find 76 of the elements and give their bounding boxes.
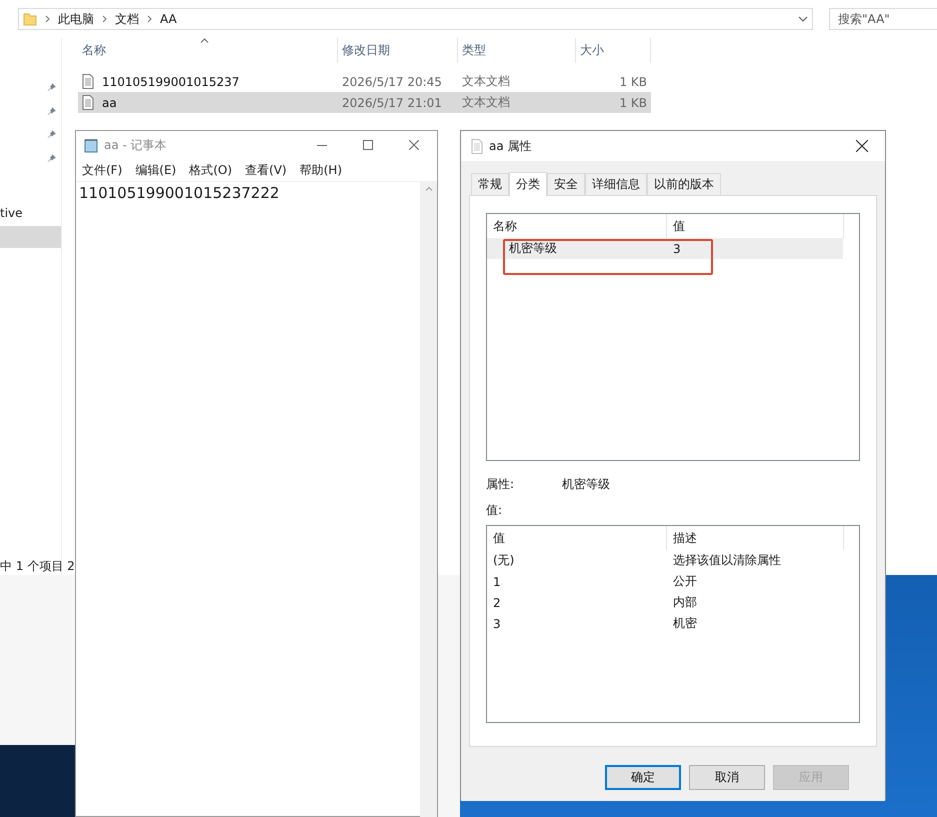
address-bar[interactable]: 此电脑 文档 AA (18, 8, 813, 30)
search-field[interactable]: 搜索"AA" (829, 8, 937, 30)
value-row[interactable]: 1 公开 (487, 571, 843, 592)
document-text[interactable]: 110105199001015237222 (79, 184, 280, 202)
nav-item[interactable]: tive (0, 206, 61, 226)
field-label: 属性: (486, 476, 516, 492)
description-cell-text: 选择该值以清除属性 (672, 552, 782, 569)
breadcrumb-item[interactable]: AA (160, 12, 177, 26)
dialog-button[interactable]: 取消 (689, 765, 765, 790)
document-icon (471, 138, 483, 154)
description-cell-text: 公开 (672, 573, 698, 590)
file-name: aa (101, 96, 118, 110)
value-cell-text: 2 (492, 596, 502, 610)
window-title: aa - 记事本 (104, 136, 167, 154)
file-type: 文本文档 (461, 94, 511, 111)
file-size: 1 KB (618, 74, 648, 88)
tab[interactable]: 以前的版本 (647, 173, 721, 195)
menu-item[interactable]: 格式(O) (189, 162, 232, 178)
document-icon (82, 74, 94, 89)
tab[interactable]: 常规 (471, 173, 509, 195)
pin-icon[interactable] (47, 106, 57, 116)
value-cell-text: (无) (492, 552, 516, 569)
scroll-up-icon[interactable] (424, 186, 432, 191)
status-text: 中 1 个项目 2 (0, 558, 75, 575)
description-cell-text: 机密 (672, 615, 698, 632)
tab[interactable]: 分类 (509, 172, 547, 196)
file-date: 2026/5/17 20:45 (341, 74, 443, 88)
chevron-icon (45, 15, 50, 23)
value-row[interactable]: (无) 选择该值以清除属性 (487, 550, 843, 571)
field-label: 值: (486, 502, 502, 518)
property-row[interactable]: 机密等级 3 (487, 238, 843, 259)
breadcrumb-item[interactable]: 此电脑 (58, 10, 94, 28)
column-header[interactable]: 修改日期 (338, 38, 458, 63)
description-cell-text: 内部 (672, 594, 698, 611)
close-icon (856, 140, 868, 152)
column-header[interactable]: 描述 (667, 526, 844, 550)
window-title: aa 属性 (489, 138, 532, 154)
file-size: 1 KB (618, 96, 648, 110)
file-row[interactable]: aa 2026/5/17 21:01 文本文档 1 KB (78, 92, 651, 113)
property-name: 机密等级 (508, 240, 558, 257)
value-cell-text: 1 (492, 574, 502, 588)
folder-icon (23, 12, 37, 26)
file-row[interactable]: 110105199001015237 2026/5/17 20:45 文本文档 1 KB (78, 71, 651, 92)
chevron-icon (147, 15, 152, 23)
field-value: 机密等级 (562, 476, 610, 492)
value-row[interactable]: 2 内部 (487, 592, 843, 613)
maximize-icon (363, 140, 373, 150)
chevron-icon (102, 15, 107, 23)
menu-item[interactable]: 编辑(E) (135, 162, 176, 178)
value-row[interactable]: 3 机密 (487, 613, 843, 634)
minimize-icon (317, 144, 327, 146)
value-cell-text: 3 (492, 616, 502, 630)
column-header[interactable]: 类型 (458, 38, 576, 63)
column-header[interactable]: 大小 (576, 38, 651, 63)
column-header[interactable]: 名称 (78, 38, 338, 63)
property-value: 3 (672, 242, 682, 256)
document-icon (82, 95, 94, 110)
file-type: 文本文档 (461, 73, 511, 90)
dropdown-icon[interactable] (798, 16, 808, 22)
sort-caret-icon (200, 38, 209, 43)
column-header[interactable]: 值 (487, 526, 667, 550)
pin-icon[interactable] (47, 152, 57, 162)
pin-icon[interactable] (47, 82, 57, 92)
scrollbar[interactable] (420, 182, 437, 817)
tab[interactable]: 安全 (547, 173, 585, 195)
pin-icon[interactable] (47, 129, 57, 139)
tab[interactable]: 详细信息 (585, 173, 647, 195)
notepad-icon (84, 138, 98, 152)
file-date: 2026/5/17 21:01 (341, 96, 443, 110)
menu-item[interactable]: 查看(V) (245, 162, 287, 178)
file-name: 110105199001015237 (101, 74, 240, 88)
menu-item[interactable]: 文件(F) (82, 162, 122, 178)
dialog-button[interactable]: 确定 (605, 765, 681, 790)
close-icon (409, 140, 419, 150)
breadcrumb-item[interactable]: 文档 (115, 10, 139, 28)
menu-item[interactable]: 帮助(H) (300, 162, 342, 178)
